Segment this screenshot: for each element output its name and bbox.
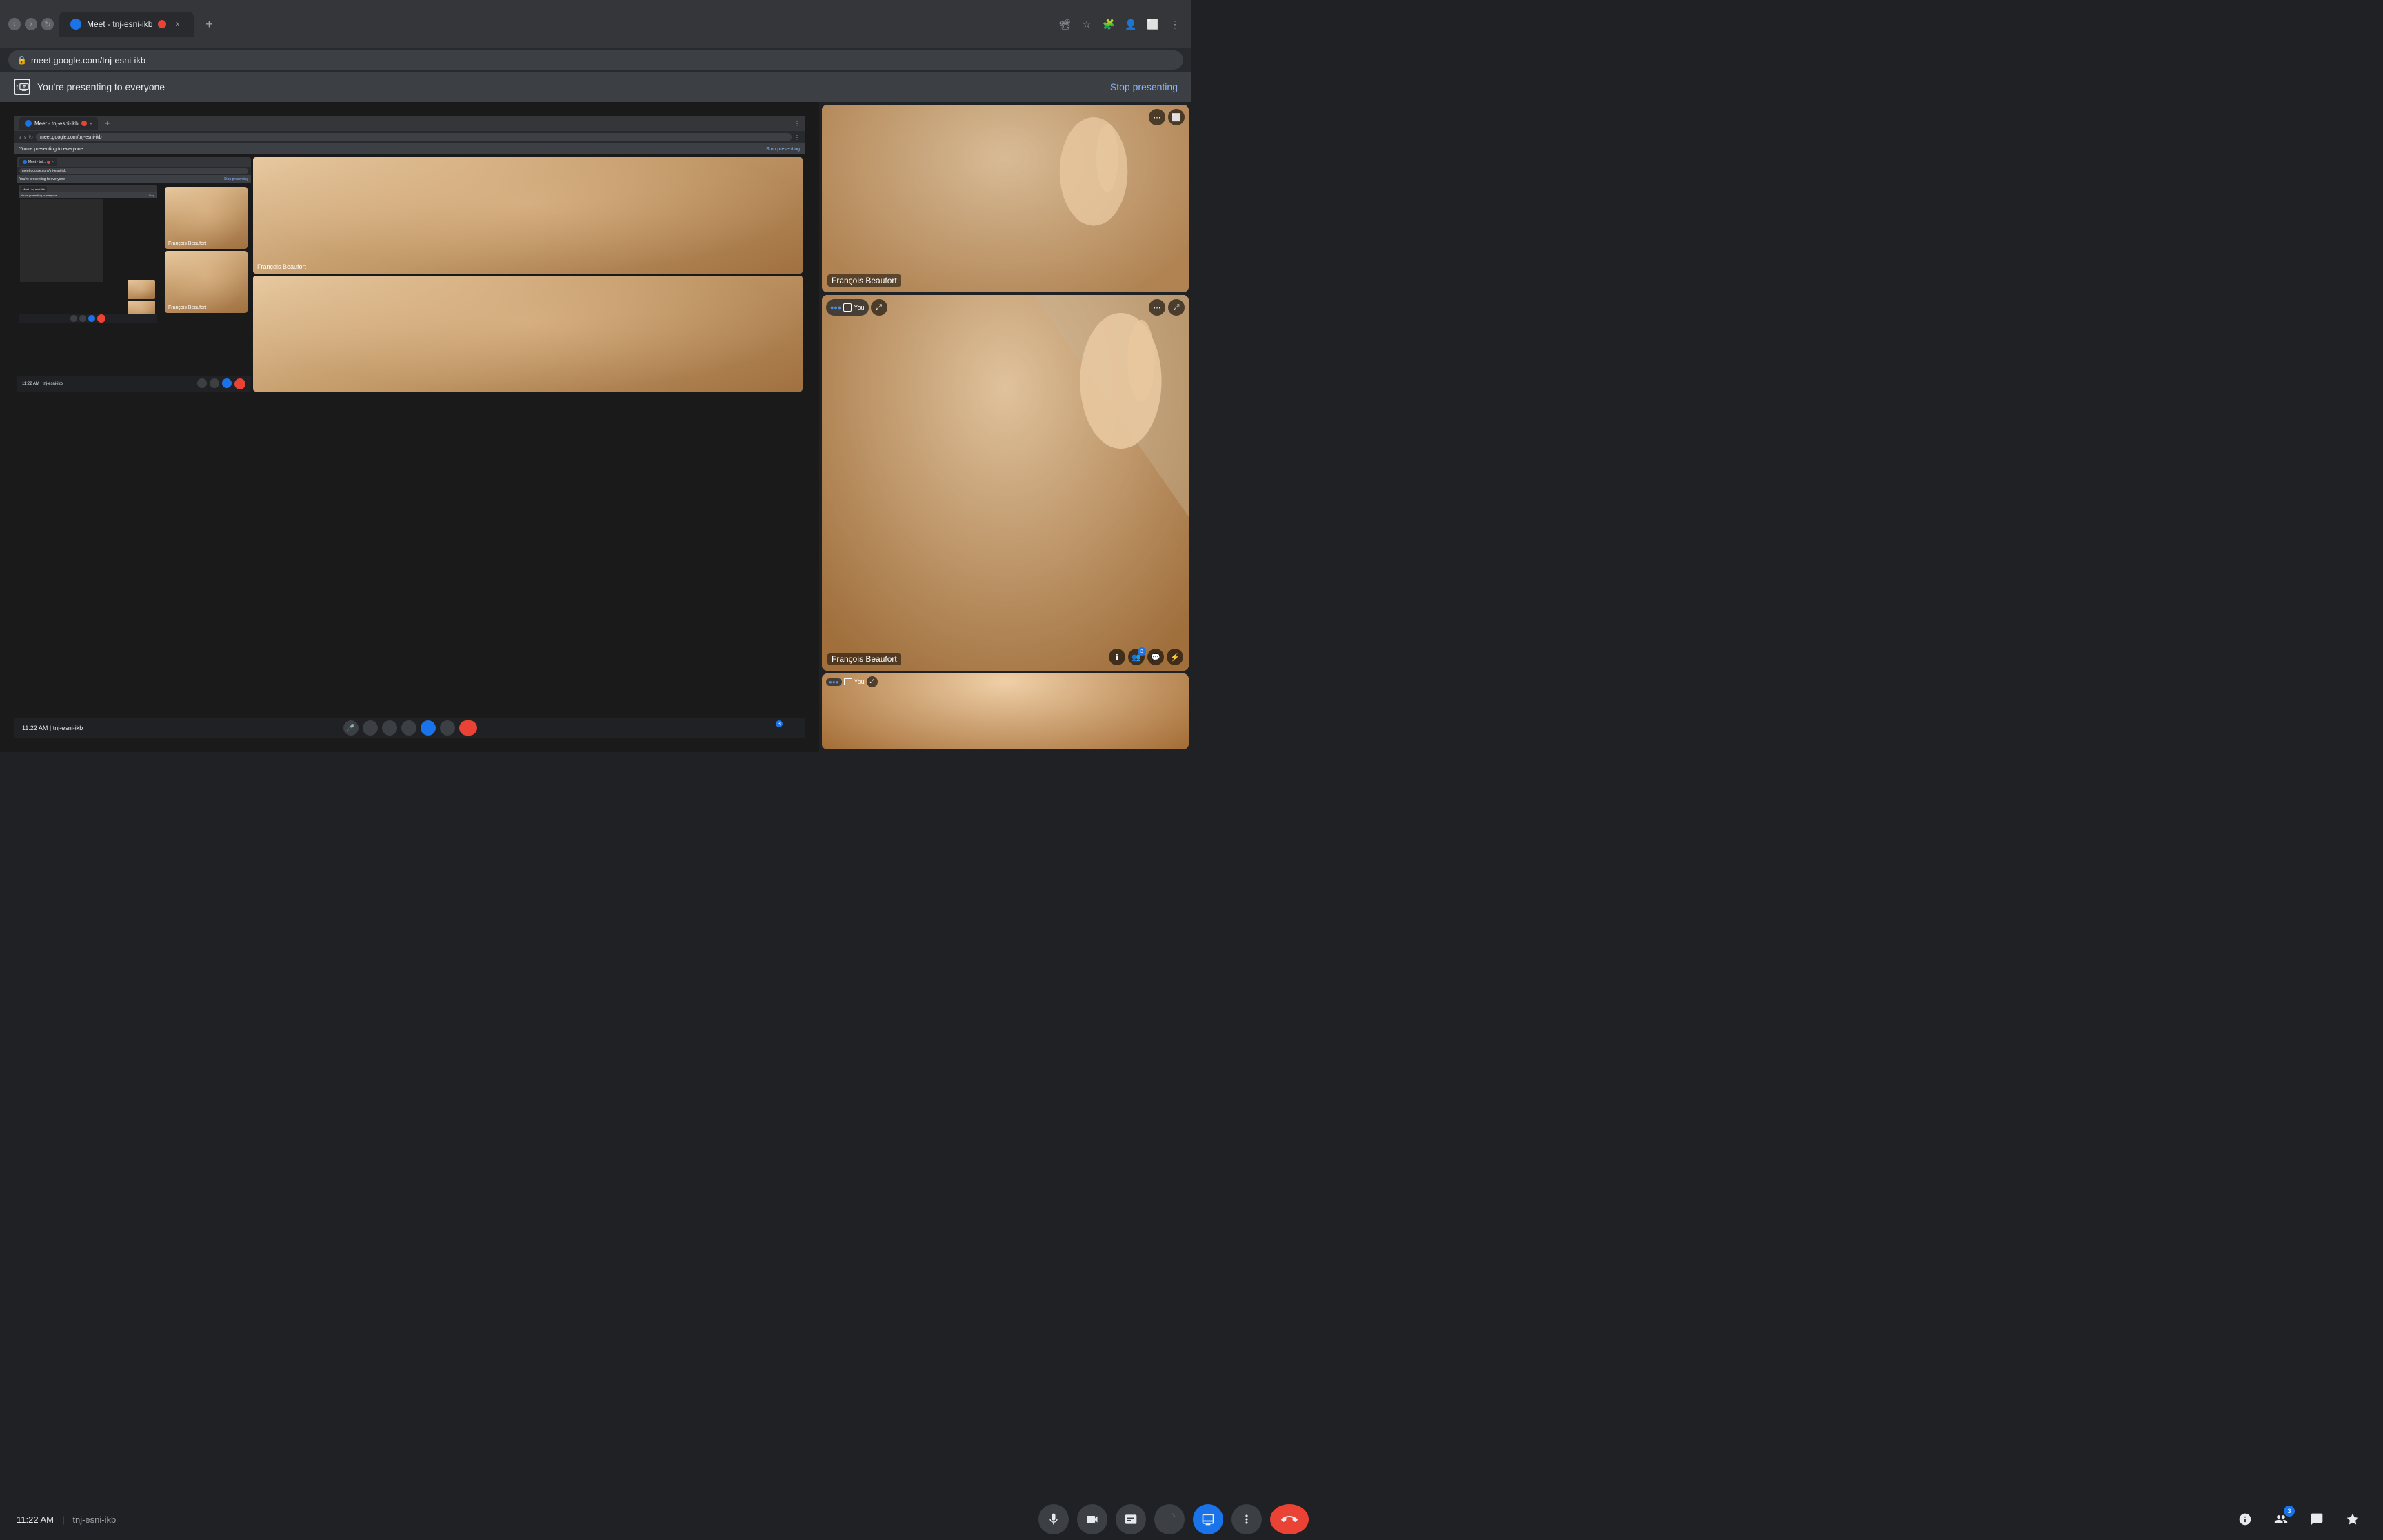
self-view-expand[interactable]: ⤢ — [867, 676, 878, 687]
bottom-control-bar: 11:22 AM | tnj-esni-ikb — [0, 1499, 2383, 1540]
media-controls — [1038, 1504, 1309, 1534]
nested-url-l1: meet.google.com/tnj-esni-ikb — [40, 135, 102, 140]
new-tab-button[interactable]: + — [199, 14, 219, 34]
nested-bottom-bar-l1: 11:22 AM | tnj-esni-ikb 🎤 — [14, 718, 805, 738]
p2-info[interactable]: ℹ — [1109, 649, 1125, 665]
address-bar[interactable]: 🔒 meet.google.com/tnj-esni-ikb — [8, 50, 1183, 70]
right-sidebar: François Beaufort ⋯ ⬜ — [819, 102, 1192, 752]
participant-2-label: François Beaufort — [827, 653, 901, 665]
camera-button[interactable] — [1077, 1504, 1107, 1534]
chat-button[interactable] — [2303, 1506, 2331, 1533]
participant-video-1: François Beaufort ⋯ ⬜ — [822, 105, 1189, 292]
activities-button[interactable] — [2339, 1506, 2366, 1533]
stop-presenting-button[interactable]: Stop presenting — [1110, 81, 1178, 92]
nested-videos-l1: François Beaufort — [253, 157, 803, 392]
info-button[interactable] — [2231, 1506, 2259, 1533]
presenting-banner: You're presenting to everyone Stop prese… — [0, 72, 1192, 102]
participant-2-expand[interactable]: ⤢ — [871, 299, 887, 316]
nested-tab-title-l1: Meet - tnj-esni-ikb — [34, 121, 79, 127]
forward-button[interactable]: › — [25, 18, 37, 30]
back-button[interactable]: ‹ — [8, 18, 21, 30]
browser-nav-controls: ‹ › ↻ — [8, 18, 54, 30]
nested-browser-l1: Meet - tnj-esni-ikb × + ⋮ ‹ › ↻ meet.goo… — [14, 116, 805, 738]
more-options-button[interactable] — [1231, 1504, 1262, 1534]
self-view-sidebar: ●●● You ⤢ — [822, 673, 1189, 749]
nested-address-bar-l1: ‹ › ↻ meet.google.com/tnj-esni-ikb ⋮ — [14, 131, 805, 143]
banner-left: You're presenting to everyone — [14, 79, 165, 95]
meeting-time: 11:22 AM — [17, 1514, 54, 1525]
reload-button[interactable]: ↻ — [41, 18, 54, 30]
tab-favicon — [70, 19, 81, 30]
p2-activities[interactable]: ⚡ — [1167, 649, 1183, 665]
meeting-id: tnj-esni-ikb — [72, 1514, 116, 1525]
mic-button[interactable] — [1038, 1504, 1069, 1534]
people-badge: 3 — [2284, 1506, 2295, 1517]
nested-mic-btn: 🎤 — [343, 720, 359, 736]
participant-1-options[interactable]: ⋯ — [1149, 109, 1165, 125]
participant-video-2: François Beaufort ⋯ ⤢ ●●● You ⤢ ℹ 👥 3 — [822, 295, 1189, 671]
separator: | — [62, 1514, 64, 1525]
participant-1-label: François Beaufort — [827, 274, 901, 287]
nested-browser-l2: Meet - tnj... × meet.google.com/tnj-esni… — [17, 157, 251, 392]
screen-share-area: Meet - tnj-esni-ikb × + ⋮ ‹ › ↻ meet.goo… — [0, 102, 819, 752]
nested-stop-l1: Stop presenting — [766, 147, 800, 152]
menu-icon[interactable]: ⋮ — [1167, 16, 1183, 32]
active-tab[interactable]: Meet - tnj-esni-ikb × — [59, 12, 194, 37]
nested-main-l1: Meet - tnj... × meet.google.com/tnj-esni… — [14, 154, 805, 738]
nested-banner-text-l1: You're presenting to everyone — [19, 147, 83, 152]
p2-chat[interactable]: 💬 — [1147, 649, 1164, 665]
cast-icon[interactable]: 📽 — [1056, 16, 1073, 32]
tab-close-button[interactable]: × — [172, 19, 183, 30]
nested-browser-chrome-l1: Meet - tnj-esni-ikb × + ⋮ — [14, 116, 805, 131]
profile-icon[interactable]: 👤 — [1123, 16, 1139, 32]
bookmark-icon[interactable]: ☆ — [1078, 16, 1095, 32]
captions-button[interactable] — [1116, 1504, 1146, 1534]
main-content: Meet - tnj-esni-ikb × + ⋮ ‹ › ↻ meet.goo… — [0, 102, 1192, 752]
self-view-top-controls: ●●● You ⤢ — [826, 676, 878, 687]
nested-banner-l1: You're presenting to everyone Stop prese… — [14, 143, 805, 154]
p2-badge: 3 — [1138, 647, 1146, 656]
participant-1-pin[interactable]: ⬜ — [1168, 109, 1185, 125]
url-text: meet.google.com/tnj-esni-ikb — [31, 55, 145, 65]
nested-video-1: François Beaufort — [253, 157, 803, 274]
nested-video-2 — [253, 276, 803, 392]
address-bar-row: 🔒 meet.google.com/tnj-esni-ikb — [0, 48, 1192, 72]
p2-people[interactable]: 👥 3 — [1128, 649, 1145, 665]
nested-content-l2: Meet - tnj-esni-ikb You're presenting to… — [17, 183, 251, 392]
present-screen-icon — [14, 79, 30, 95]
participant-1-controls: ⋯ ⬜ — [1149, 109, 1185, 125]
people-button[interactable]: 3 — [2267, 1506, 2295, 1533]
split-view-icon[interactable]: ⬜ — [1145, 16, 1161, 32]
you-indicator: ●●● You — [826, 299, 869, 316]
presenting-text: You're presenting to everyone — [37, 81, 165, 92]
screen-content: Meet - tnj-esni-ikb × + ⋮ ‹ › ↻ meet.goo… — [7, 109, 812, 745]
sidebar-controls: 3 — [2231, 1506, 2366, 1533]
participant-2-fullscreen[interactable]: ⤢ — [1168, 299, 1185, 316]
present-button[interactable] — [1193, 1504, 1223, 1534]
participant-2-options[interactable]: ⋯ — [1149, 299, 1165, 316]
browser-chrome: ‹ › ↻ Meet - tnj-esni-ikb × + 📽 ☆ 🧩 👤 ⬜ … — [0, 0, 1192, 48]
extension-icon[interactable]: 🧩 — [1100, 16, 1117, 32]
participant-2-controls: ⋯ ⤢ — [1149, 299, 1185, 316]
tab-title: Meet - tnj-esni-ikb — [87, 19, 152, 29]
participant-2-bottom-controls: ℹ 👥 3 💬 ⚡ — [1109, 649, 1183, 665]
raise-hand-button[interactable] — [1154, 1504, 1185, 1534]
end-call-button[interactable] — [1270, 1504, 1309, 1534]
meeting-info: 11:22 AM | tnj-esni-ikb — [17, 1514, 116, 1525]
